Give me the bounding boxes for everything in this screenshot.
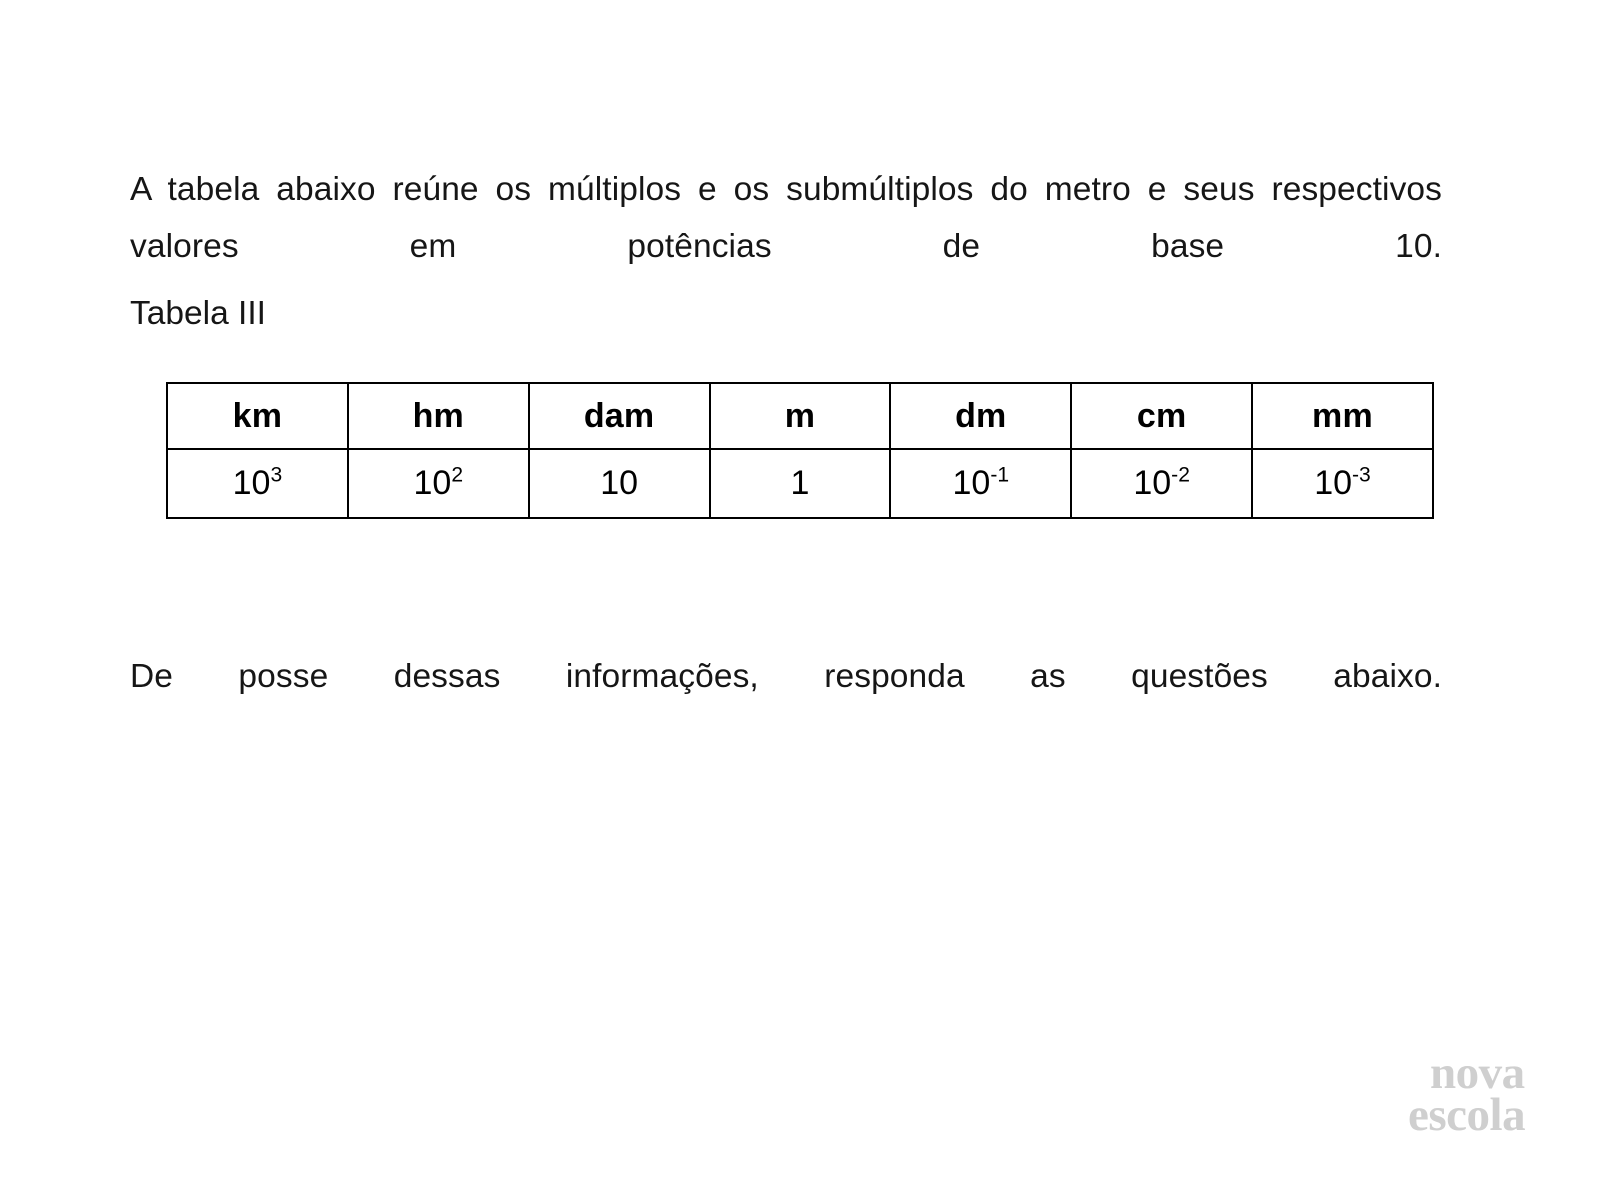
table-header-row: km hm dam m dm cm mm xyxy=(166,382,1434,450)
table-header-cell-mm: mm xyxy=(1251,382,1434,450)
table-header-cell-dam: dam xyxy=(527,382,711,450)
power-exponent: 3 xyxy=(270,463,283,487)
table-header-cell-cm: cm xyxy=(1070,382,1254,450)
table-value-cell-cm: 10-2 xyxy=(1070,448,1254,519)
power-exponent: -1 xyxy=(990,463,1010,487)
table-value-cell-m: 1 xyxy=(708,448,892,519)
table-header-cell-km: km xyxy=(166,382,349,450)
closing-paragraph: De posse dessas informações, responda as… xyxy=(130,657,1442,695)
power-exponent: -2 xyxy=(1171,463,1190,487)
power-base: 10 xyxy=(952,464,991,502)
power-base: 1 xyxy=(790,464,810,502)
power-base: 10 xyxy=(600,464,639,502)
power-value-m: 1 xyxy=(790,464,809,503)
power-exponent: 2 xyxy=(451,463,464,487)
power-base: 10 xyxy=(232,464,271,502)
table-value-row: 103 102 10 1 10-1 10-2 10-3 xyxy=(166,448,1434,519)
units-table: km hm dam m dm cm mm 103 102 10 1 10-1 1… xyxy=(166,382,1434,519)
power-value-dm: 10-1 xyxy=(953,464,1010,503)
power-value-mm: 10-3 xyxy=(1314,464,1371,503)
power-value-dam: 10 xyxy=(600,464,638,503)
nova-escola-logo: nova escola xyxy=(1408,1047,1564,1141)
document-page: A tabela abaixo reúne os múltiplos e os … xyxy=(0,0,1600,1200)
power-value-km: 103 xyxy=(233,464,283,503)
table-value-cell-hm: 102 xyxy=(346,448,530,519)
power-base: 10 xyxy=(1133,464,1172,502)
table-value-cell-mm: 10-3 xyxy=(1251,448,1434,519)
logo-line-escola: escola xyxy=(1408,1089,1526,1141)
table-value-cell-km: 103 xyxy=(166,448,349,519)
intro-paragraph: A tabela abaixo reúne os múltiplos e os … xyxy=(130,170,1442,265)
units-table-container: km hm dam m dm cm mm 103 102 10 1 10-1 1… xyxy=(166,382,1434,519)
table-header-cell-hm: hm xyxy=(346,382,530,450)
logo-line-nova: nova xyxy=(1430,1047,1525,1099)
table-header-cell-m: m xyxy=(708,382,892,450)
power-base: 10 xyxy=(1314,464,1353,502)
power-base: 10 xyxy=(413,464,452,502)
table-value-cell-dam: 10 xyxy=(527,448,711,519)
power-value-cm: 10-2 xyxy=(1133,464,1190,503)
table-header-cell-dm: dm xyxy=(889,382,1073,450)
table-caption: Tabela III xyxy=(130,295,266,332)
power-exponent: -3 xyxy=(1352,463,1371,487)
power-value-hm: 102 xyxy=(413,464,463,503)
table-value-cell-dm: 10-1 xyxy=(889,448,1073,519)
